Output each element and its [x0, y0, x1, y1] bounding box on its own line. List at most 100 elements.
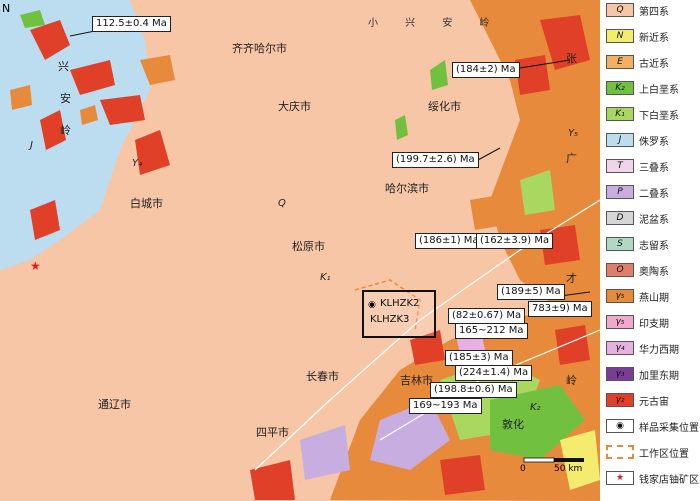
sample-code: KLHZK3 — [370, 314, 410, 325]
sample-code: KLHZK2 — [380, 298, 420, 309]
legend-label: 侏罗系 — [639, 137, 669, 148]
city-label: 通辽市 — [98, 398, 131, 411]
legend-label: 奥陶系 — [639, 267, 669, 278]
legend-item: 工作区位置 — [606, 444, 698, 462]
legend-item: Q 第四系 — [606, 2, 698, 20]
legend-item: ★ 钱家店铀矿区 — [606, 470, 699, 488]
legend-item: ◉ 样品采集位置 — [606, 418, 699, 436]
legend-label: 泥盆系 — [639, 215, 669, 226]
legend-label: 华力西期 — [639, 345, 679, 356]
legend-item: γ₂ 元古宙 — [606, 392, 698, 410]
legend-swatch: T — [606, 159, 634, 173]
scale-max: 50 km — [554, 464, 583, 474]
age-label: (198.8±0.6) Ma — [430, 382, 517, 398]
legend-item: S 志留系 — [606, 236, 698, 254]
city-label: 绥化市 — [428, 100, 461, 113]
legend-swatch: γ₄ — [606, 341, 634, 355]
city-label: 四平市 — [256, 426, 289, 439]
city-label: 吉林市 — [400, 374, 433, 387]
legend-label: 二叠系 — [639, 189, 669, 200]
legend-swatch: ★ — [606, 471, 634, 485]
age-label: 169~193 Ma — [409, 398, 482, 414]
legend-label: 工作区位置 — [639, 449, 689, 460]
legend-swatch: N — [606, 29, 634, 43]
legend-swatch: K₂ — [606, 81, 634, 95]
legend-label: 三叠系 — [639, 163, 669, 174]
legend-swatch: E — [606, 55, 634, 69]
age-label: 165~212 Ma — [455, 323, 528, 339]
svg-text:★: ★ — [30, 259, 41, 273]
legend-label: 下白垩系 — [639, 111, 679, 122]
city-label: 哈尔滨市 — [385, 182, 429, 195]
sample-point-icon: ◉ — [368, 300, 376, 310]
legend-item: N 新近系 — [606, 28, 698, 46]
legend-item: γ₄ 华力西期 — [606, 340, 698, 358]
legend-label: 元古宙 — [639, 397, 669, 408]
sample-location-box: KLHZK2 KLHZK3 ◉ — [362, 290, 436, 338]
legend-item: γ₃ 加里东期 — [606, 366, 698, 384]
legend-swatch: γ₂ — [606, 393, 634, 407]
scale-zero: 0 — [520, 464, 526, 474]
legend-item: O 奥陶系 — [606, 262, 698, 280]
legend-item: J 侏罗系 — [606, 132, 698, 150]
unit-symbol: Y₄ — [132, 158, 143, 169]
unit-symbol: Q — [278, 198, 286, 209]
mountain-char: 岭 — [566, 374, 577, 387]
age-label: (199.7±2.6) Ma — [392, 152, 479, 168]
city-label: 长春市 — [306, 370, 339, 383]
city-label: 松原市 — [292, 240, 325, 253]
legend-swatch: Q — [606, 3, 634, 17]
mountain-char: 张 — [566, 52, 577, 65]
legend-swatch: γ₅ — [606, 289, 634, 303]
north-arrow: N — [2, 2, 10, 15]
legend-label: 印支期 — [639, 319, 669, 330]
legend-label: 钱家店铀矿区 — [639, 475, 699, 486]
legend: Q 第四系 N 新近系 E 古近系 K₂ 上白垩系 K₁ 下白垩系 J 侏罗系 T 三叠系 P 二叠系 D 泥盆系… — [604, 0, 700, 501]
legend-item: T 三叠系 — [606, 158, 698, 176]
legend-swatch: O — [606, 263, 634, 277]
age-label: (186±1) Ma — [415, 233, 483, 249]
unit-symbol: K₂ — [530, 402, 541, 413]
city-label: 齐齐哈尔市 — [232, 42, 287, 55]
legend-item: γ₅ 燕山期 — [606, 288, 698, 306]
unit-symbol: Y₅ — [568, 128, 579, 139]
city-label: 大庆市 — [278, 100, 311, 113]
unit-symbol: J — [30, 140, 33, 151]
mountain-char: 才 — [566, 272, 577, 285]
legend-swatch: S — [606, 237, 634, 251]
age-label: 112.5±0.4 Ma — [92, 16, 171, 32]
mountain-char: 安 — [60, 92, 71, 105]
legend-label: 新近系 — [639, 33, 669, 44]
age-label: (184±2) Ma — [452, 62, 520, 78]
age-label: (185±3) Ma — [445, 350, 513, 366]
geologic-map: ★ N 小 兴 安 岭 兴 安 岭 张 广 才 岭 齐齐哈尔市 大庆市 绥化市 … — [0, 0, 600, 501]
scale-bar: 0 50 km — [520, 452, 590, 474]
age-label: 783±9) Ma — [528, 301, 592, 317]
legend-swatch: K₁ — [606, 107, 634, 121]
age-label: (189±5) Ma — [497, 284, 565, 300]
geologic-map-figure: ★ N 小 兴 安 岭 兴 安 岭 张 广 才 岭 齐齐哈尔市 大庆市 绥化市 … — [0, 0, 700, 501]
legend-label: 志留系 — [639, 241, 669, 252]
legend-item: γ₅ 印支期 — [606, 314, 698, 332]
legend-label: 第四系 — [639, 7, 669, 18]
legend-item: K₂ 上白垩系 — [606, 80, 698, 98]
legend-label: 燕山期 — [639, 293, 669, 304]
age-label: (162±3.9) Ma — [476, 233, 554, 249]
age-label: (224±1.4) Ma — [455, 365, 533, 381]
legend-swatch: J — [606, 133, 634, 147]
mountain-char: 广 — [566, 152, 577, 165]
mountain-range-label: 小 兴 安 岭 — [368, 18, 502, 29]
north-label: N — [2, 2, 11, 15]
legend-item: E 古近系 — [606, 54, 698, 72]
legend-label: 上白垩系 — [639, 85, 679, 96]
legend-item: D 泥盆系 — [606, 210, 698, 228]
legend-swatch: ◉ — [606, 419, 634, 433]
unit-symbol: K₁ — [320, 272, 331, 283]
legend-swatch — [606, 445, 634, 459]
mountain-char: 岭 — [60, 124, 71, 137]
legend-item: P 二叠系 — [606, 184, 698, 202]
city-label: 白城市 — [130, 197, 163, 210]
legend-item: K₁ 下白垩系 — [606, 106, 698, 124]
age-label: (82±0.67) Ma — [448, 308, 526, 324]
legend-label: 样品采集位置 — [639, 423, 699, 434]
